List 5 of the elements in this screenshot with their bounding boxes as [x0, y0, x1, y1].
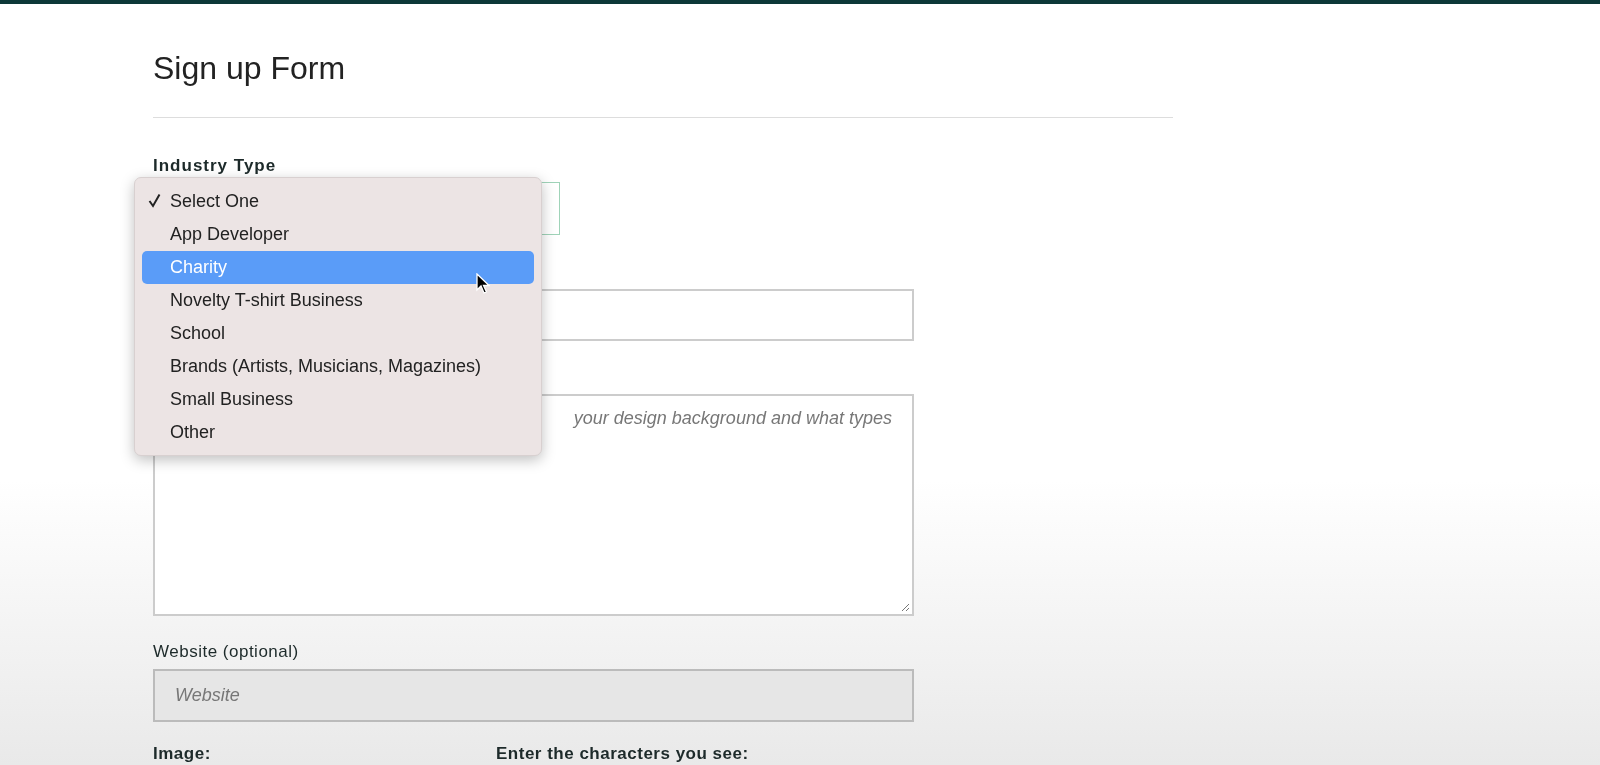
field-label: Industry Type — [153, 156, 277, 176]
field-label: Enter the characters you see: — [496, 744, 750, 764]
form-title: Sign up Form — [153, 49, 346, 88]
field-label: Website (optional) — [153, 642, 299, 662]
field-label: Image: — [153, 744, 212, 764]
